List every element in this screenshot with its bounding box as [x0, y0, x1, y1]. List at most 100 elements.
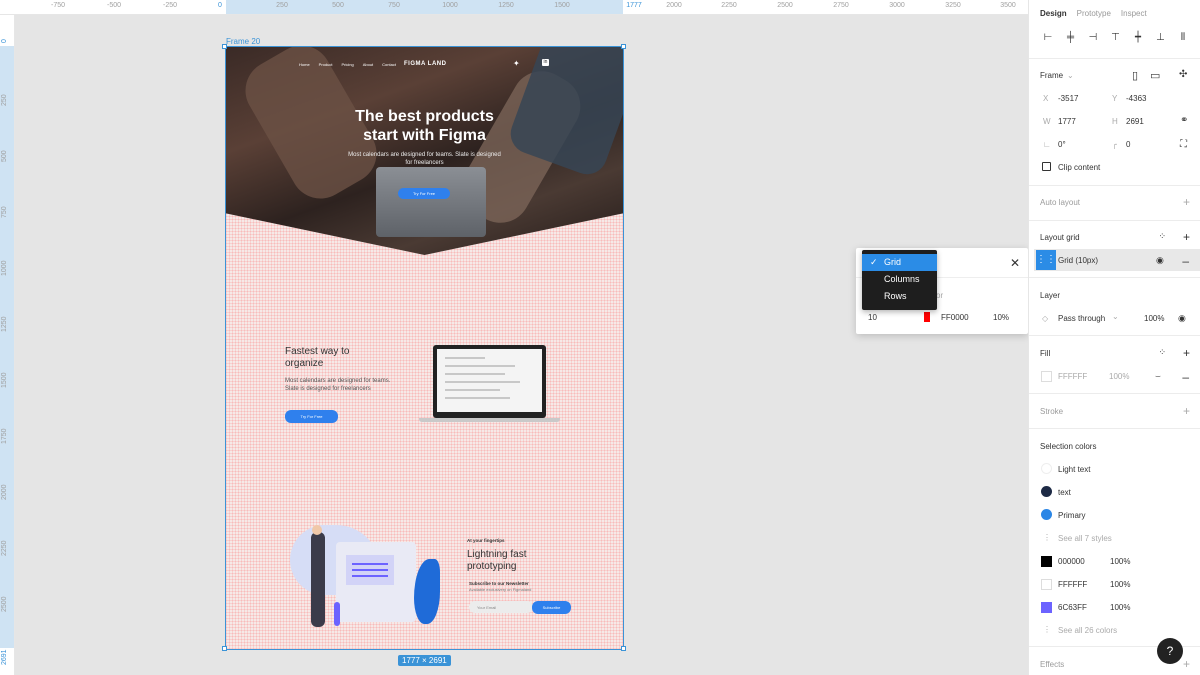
style-swatch[interactable] — [1041, 509, 1052, 520]
color-swatch[interactable] — [1041, 579, 1052, 590]
resize-handle[interactable] — [222, 646, 227, 651]
ruler-tick: 3000 — [889, 2, 905, 9]
style-swatch[interactable] — [1041, 486, 1052, 497]
align-center-h-icon[interactable]: ╪ — [1062, 32, 1080, 43]
ruler-tick: 500 — [1, 150, 8, 162]
grid-color-input[interactable]: FF0000 — [941, 313, 969, 322]
nav-link: Home — [299, 62, 310, 67]
option-label: Grid — [884, 257, 902, 267]
tab-prototype[interactable]: Prototype — [1077, 9, 1111, 18]
rotation-icon: ∟ — [1043, 140, 1051, 149]
grid-type-option-grid[interactable]: ✓ Grid — [862, 254, 937, 271]
independent-corners-icon[interactable]: ⛶ — [1180, 139, 1187, 150]
chevron-down-icon[interactable]: ⌄ — [1067, 71, 1074, 80]
align-bottom-icon[interactable]: ⊥ — [1152, 32, 1170, 43]
resize-handle[interactable] — [222, 44, 227, 49]
corner-radius-input[interactable]: 0 — [1126, 140, 1130, 149]
eye-icon[interactable]: ◉ — [1178, 313, 1186, 324]
remove-grid-icon[interactable]: – — [1182, 255, 1189, 267]
resize-handle[interactable] — [621, 44, 626, 49]
ruler-tick: -500 — [106, 2, 122, 9]
y-label: Y — [1112, 94, 1118, 103]
see-all-styles-link[interactable]: See all 7 styles — [1058, 534, 1112, 543]
ruler-tick: 2500 — [777, 2, 793, 9]
layer-opacity-input[interactable]: 100% — [1144, 314, 1164, 323]
align-left-icon[interactable]: ⊢ — [1039, 32, 1057, 43]
h-label: H — [1112, 117, 1118, 126]
ruler-tick: 1250 — [1, 316, 8, 332]
fill-opacity-input[interactable]: 100% — [1109, 372, 1129, 381]
grid-type-option-columns[interactable]: Columns — [862, 271, 937, 288]
frame-20[interactable]: Home Product Pricing About Contact FIGMA… — [226, 47, 623, 649]
grid-styles-icon[interactable]: ⁘ — [1158, 231, 1166, 242]
landscape-icon[interactable]: ▭ — [1150, 69, 1160, 82]
color-swatch[interactable] — [1041, 556, 1052, 567]
rotation-input[interactable]: 0° — [1058, 140, 1066, 149]
remove-fill-icon[interactable]: – — [1182, 371, 1189, 383]
add-stroke-icon[interactable]: + — [1183, 405, 1190, 417]
brand-logo: FIGMA LAND — [404, 61, 447, 67]
color-hex[interactable]: 000000 — [1058, 557, 1085, 566]
constrain-proportions-icon[interactable]: ⚭ — [1180, 115, 1188, 126]
color-swatch[interactable] — [1041, 602, 1052, 613]
ruler-tick: -750 — [50, 2, 66, 9]
add-effect-icon[interactable]: + — [1183, 658, 1190, 670]
grid-size-input[interactable]: 10 — [868, 313, 877, 322]
grid-opacity-input[interactable]: 10% — [993, 313, 1009, 322]
add-grid-icon[interactable]: + — [1183, 231, 1190, 243]
blend-mode-select[interactable]: Pass through — [1058, 314, 1105, 323]
nav-link: Pricing — [341, 62, 354, 67]
add-auto-layout-icon[interactable]: + — [1183, 196, 1190, 208]
y-input[interactable]: -4363 — [1126, 94, 1146, 103]
fill-swatch[interactable] — [1041, 371, 1052, 382]
chevron-down-icon[interactable]: ⌄ — [1112, 312, 1119, 321]
clip-content-checkbox[interactable] — [1042, 162, 1051, 171]
check-icon: ✓ — [870, 257, 878, 267]
newsletter-subtext: Available exclusivery on Figmaland — [469, 587, 532, 592]
style-swatch[interactable] — [1041, 463, 1052, 474]
align-top-icon[interactable]: ⊤ — [1107, 32, 1125, 43]
style-name[interactable]: text — [1058, 488, 1071, 497]
section-eyebrow: At your fingertips — [467, 538, 505, 543]
illustration-plant — [334, 602, 340, 626]
help-button[interactable]: ? — [1157, 638, 1183, 664]
w-label: W — [1043, 117, 1051, 126]
portrait-icon[interactable]: ▯ — [1132, 69, 1138, 82]
laptop-screen — [437, 349, 542, 412]
see-all-colors-link[interactable]: See all 26 colors — [1058, 626, 1117, 635]
color-opacity[interactable]: 100% — [1110, 557, 1130, 566]
frame-label[interactable]: Frame 20 — [226, 37, 260, 46]
color-hex[interactable]: 6C63FF — [1058, 603, 1087, 612]
color-hex[interactable]: FFFFFF — [1058, 580, 1087, 589]
height-input[interactable]: 2691 — [1126, 117, 1144, 126]
color-opacity[interactable]: 100% — [1110, 603, 1130, 612]
tab-inspect[interactable]: Inspect — [1121, 9, 1147, 18]
fill-hex-input[interactable]: FFFFFF — [1058, 372, 1087, 381]
size-badge: 1777 × 2691 — [398, 655, 451, 666]
close-icon[interactable]: ✕ — [1010, 256, 1020, 270]
grid-settings-icon[interactable]: ⋮⋮ — [1036, 250, 1056, 270]
panel-tabs: Design Prototype Inspect — [1029, 0, 1200, 18]
ruler-tick: 3250 — [945, 2, 961, 9]
color-opacity[interactable]: 100% — [1110, 580, 1130, 589]
frame-section-title[interactable]: Frame — [1040, 71, 1063, 80]
width-input[interactable]: 1777 — [1058, 117, 1076, 126]
tab-design[interactable]: Design — [1040, 9, 1067, 18]
style-name[interactable]: Light text — [1058, 465, 1090, 474]
style-name[interactable]: Primary — [1058, 511, 1086, 520]
resize-to-fit-icon[interactable]: ✣ — [1179, 69, 1187, 80]
grid-type-option-rows[interactable]: Rows — [862, 288, 937, 305]
resize-handle[interactable] — [621, 646, 626, 651]
alignment-toolbar: ⊢ ╪ ⊣ ⊤ ┿ ⊥ ⫴ — [1029, 18, 1200, 43]
x-input[interactable]: -3517 — [1058, 94, 1078, 103]
grid-color-swatch[interactable] — [924, 312, 930, 322]
align-center-v-icon[interactable]: ┿ — [1129, 32, 1147, 43]
eye-closed-icon[interactable]: ⌣ — [1155, 371, 1161, 382]
add-fill-icon[interactable]: + — [1183, 347, 1190, 359]
fill-styles-icon[interactable]: ⁘ — [1158, 347, 1166, 358]
eye-icon[interactable]: ◉ — [1156, 255, 1164, 266]
distribute-icon[interactable]: ⫴ — [1174, 32, 1192, 43]
align-right-icon[interactable]: ⊣ — [1084, 32, 1102, 43]
left-ruler: 0 250 500 750 1000 1250 1500 1750 2000 2… — [0, 15, 15, 675]
email-field: Your Email — [469, 601, 533, 613]
